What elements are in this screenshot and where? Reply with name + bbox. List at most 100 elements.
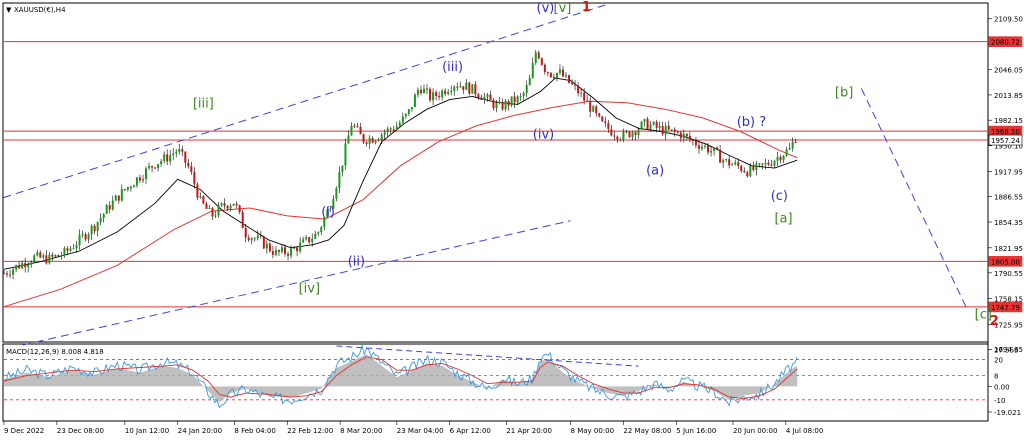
candle-body <box>646 119 649 129</box>
candle-body <box>540 58 543 65</box>
candle-body <box>347 135 350 144</box>
wave-label-11: (c) <box>771 189 788 204</box>
candle-body <box>353 125 356 127</box>
candle-body <box>613 135 616 137</box>
candle-body <box>655 121 658 128</box>
candle-body <box>111 200 114 210</box>
level-tag-label-4: 1747.79 <box>991 304 1020 312</box>
candle-body <box>196 184 199 198</box>
candle-body <box>205 203 208 209</box>
candle-body <box>392 129 395 131</box>
candle-body <box>284 247 287 254</box>
candle-body <box>676 131 679 133</box>
candle-body <box>398 122 401 127</box>
candle-body <box>262 236 265 249</box>
candle-body <box>749 165 752 177</box>
candle-body <box>700 146 703 149</box>
candle-body <box>489 94 492 100</box>
time-axis-ticks: 9 Dec 2022 23 Dec 08:00 10 Jan 12:00 24 Jan… <box>3 421 823 435</box>
candle-body <box>707 145 710 153</box>
candle-body <box>78 234 81 246</box>
candle-body <box>132 185 135 188</box>
candle-body <box>296 247 299 252</box>
level-tag-label-0: 2080.72 <box>991 39 1020 47</box>
candle-body <box>543 64 546 73</box>
candle-body <box>688 136 691 141</box>
candle-body <box>785 149 788 156</box>
candle-body <box>395 126 398 131</box>
candle-body <box>114 195 117 201</box>
candle-body <box>220 203 223 206</box>
macd-tick-label-1: 0.00 <box>994 383 1010 391</box>
wave-label-0: [v] <box>554 1 572 16</box>
candle-body <box>293 247 296 249</box>
candle-body <box>6 273 9 275</box>
candle-body <box>486 94 489 97</box>
candle-body <box>148 166 151 169</box>
candle-body <box>770 164 773 166</box>
candle-body <box>247 237 250 241</box>
candle-body <box>338 171 341 189</box>
price-tick-label-10: 1790.55 <box>994 270 1023 278</box>
candle-body <box>386 128 389 133</box>
candle-body <box>108 205 111 210</box>
level-tag-label-2: 1957.24 <box>991 137 1020 145</box>
candle-body <box>583 92 586 101</box>
macd-tick-label-2: -19.021 <box>994 409 1021 417</box>
candle-body <box>193 172 196 185</box>
candle-body <box>123 189 126 191</box>
candle-body <box>507 100 510 106</box>
candle-body <box>586 100 589 102</box>
candle-body <box>96 222 99 231</box>
candle-body <box>356 126 359 128</box>
price-chart[interactable]: 2109.502078.452046.052013.851982.151950.… <box>0 0 1024 441</box>
candle-body <box>181 149 184 152</box>
candle-body <box>72 248 75 250</box>
candle-body <box>154 167 157 169</box>
candle-body <box>664 125 667 135</box>
candle-body <box>163 154 166 162</box>
candle-body <box>377 139 380 141</box>
candle-body <box>226 205 229 209</box>
price-tick-label-2: 2046.05 <box>994 66 1023 74</box>
candle-body <box>99 218 102 223</box>
candle-body <box>422 88 425 94</box>
price-tick-label-8: 1854.35 <box>994 219 1023 227</box>
candle-body <box>244 228 247 238</box>
candle-body <box>36 252 39 256</box>
candle-body <box>18 265 21 269</box>
candle-body <box>716 147 719 150</box>
candle-body <box>791 141 794 149</box>
candle-body <box>728 159 731 166</box>
time-tick-label-1: 23 Dec 08:00 <box>57 427 104 435</box>
candle-body <box>537 52 540 59</box>
candle-body <box>368 138 371 144</box>
candle-body <box>129 187 132 189</box>
symbol-arrow-icon: ▼ <box>6 6 12 14</box>
wave-label-1: (v) <box>537 1 555 16</box>
candle-body <box>217 205 220 216</box>
time-tick-label-9: 21 Apr 20:00 <box>506 427 552 435</box>
candle-body <box>761 163 764 165</box>
candle-body <box>426 88 429 90</box>
candle-body <box>60 255 63 257</box>
candle-body <box>199 196 202 198</box>
candle-body <box>619 139 622 141</box>
time-tick-label-6: 8 Mar 20:00 <box>340 427 382 435</box>
candle-body <box>105 205 108 214</box>
candle-body <box>42 255 45 258</box>
candle-body <box>525 85 528 94</box>
candle-body <box>658 125 661 128</box>
candle-body <box>516 96 519 103</box>
candle-body <box>51 254 54 257</box>
candle-body <box>232 203 235 206</box>
candle-body <box>151 166 154 168</box>
price-tick-label-3: 2013.85 <box>994 92 1023 100</box>
candle-body <box>435 92 438 96</box>
candle-body <box>456 86 459 88</box>
candle-body <box>628 131 631 138</box>
candle-body <box>438 95 441 98</box>
candle-body <box>277 250 280 252</box>
candle-body <box>691 140 694 142</box>
candle-body <box>274 250 277 255</box>
